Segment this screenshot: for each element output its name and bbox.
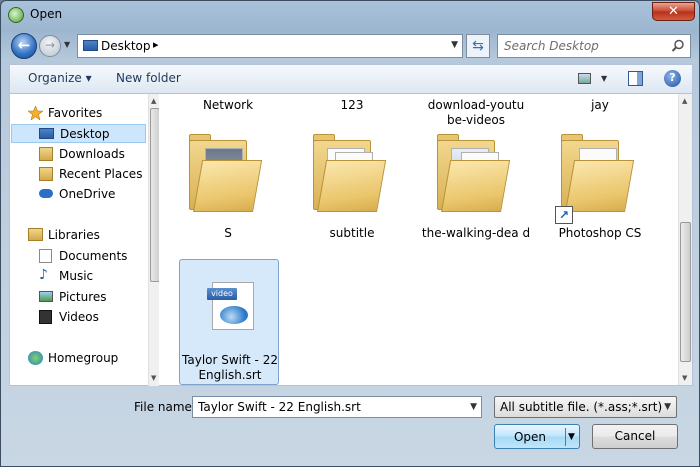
navigation-pane: Favorites Desktop Downloads Recent Place…	[9, 94, 160, 386]
sidebar-label: Homegroup	[48, 351, 119, 365]
command-bar: Organize ▾ New folder ▼ ?	[9, 64, 693, 94]
address-dropdown-icon[interactable]: ▼	[451, 40, 458, 50]
music-note-icon: ♪	[39, 267, 48, 283]
change-view-icon[interactable]	[578, 73, 591, 84]
back-button[interactable]: ←	[11, 33, 37, 59]
item-download-youtube-videos[interactable]: download-youtu be-videos	[421, 98, 531, 128]
file-name-value[interactable]: Taylor Swift - 22 English.srt	[198, 400, 361, 414]
sidebar-item-music[interactable]: ♪ Music	[10, 267, 146, 286]
recent-places-icon	[39, 167, 53, 181]
folder-icon[interactable]	[313, 132, 387, 212]
folder-icon[interactable]	[189, 132, 263, 212]
open-button[interactable]: Open ▼	[494, 424, 580, 449]
window-title: Open	[30, 7, 63, 21]
libraries-icon	[28, 228, 43, 241]
forward-button[interactable]: →	[39, 35, 61, 57]
homegroup-icon	[28, 351, 43, 365]
sidebar-item-onedrive[interactable]: OneDrive	[10, 185, 146, 204]
scroll-down-icon[interactable]: ▼	[682, 374, 687, 382]
file-type-select[interactable]: All subtitle file. (*.ass;*.srt) ▼	[494, 396, 677, 418]
recent-locations-dropdown[interactable]: ▼	[64, 41, 72, 49]
navigation-bar: ← → ▼ Desktop ▸ ▼ ⇆ Search Desktop	[1, 31, 699, 61]
item-network[interactable]: Network	[173, 98, 283, 113]
scroll-up-icon[interactable]: ▲	[682, 97, 687, 105]
search-placeholder: Search Desktop	[504, 39, 599, 53]
item-s[interactable]: S	[173, 226, 283, 241]
new-folder-button[interactable]: New folder	[116, 71, 181, 85]
file-type-value: All subtitle file. (*.ass;*.srt)	[500, 400, 663, 414]
sidebar-label: Videos	[59, 310, 99, 324]
item-label: Taylor Swift - 22 English.srt	[182, 353, 278, 382]
refresh-button[interactable]: ⇆	[466, 34, 490, 58]
shortcut-arrow-icon: ↗	[555, 206, 573, 224]
title-bar: Open ✕	[1, 1, 699, 29]
close-button[interactable]: ✕	[652, 2, 695, 21]
content-scrollbar[interactable]: ▲ ▼	[678, 94, 692, 385]
sidebar-item-libraries[interactable]: Libraries	[10, 226, 146, 245]
media-globe-icon	[220, 306, 248, 324]
sidebar-item-videos[interactable]: Videos	[10, 308, 146, 327]
sidebar-label: Documents	[59, 249, 128, 263]
sidebar-label: Desktop	[60, 127, 110, 141]
video-badge: video	[207, 288, 237, 300]
preview-pane-icon[interactable]	[628, 71, 643, 86]
file-name-dropdown-icon[interactable]: ▼	[470, 402, 477, 412]
app-icon	[8, 7, 24, 23]
sidebar-item-pictures[interactable]: Pictures	[10, 288, 146, 307]
breadcrumb-chevron-icon[interactable]: ▸	[153, 38, 159, 51]
organize-button[interactable]: Organize ▾	[28, 71, 92, 85]
sidebar-item-documents[interactable]: Documents	[10, 247, 146, 266]
item-123[interactable]: 123	[297, 98, 407, 113]
sidebar-label: Libraries	[48, 228, 100, 242]
cancel-button[interactable]: Cancel	[592, 424, 678, 449]
documents-icon	[39, 249, 52, 263]
file-list: Network 123 download-youtu be-videos jay…	[159, 94, 693, 386]
file-name-input[interactable]: Taylor Swift - 22 English.srt ▼	[192, 396, 482, 418]
item-subtitle[interactable]: subtitle	[297, 226, 407, 241]
address-text[interactable]: Desktop	[101, 39, 151, 53]
item-taylor-swift-srt[interactable]: video Taylor Swift - 22 English.srt	[179, 259, 279, 385]
sidebar-item-downloads[interactable]: Downloads	[10, 145, 146, 164]
item-jay[interactable]: jay	[545, 98, 655, 113]
search-icon[interactable]	[671, 39, 685, 53]
sidebar-label: Downloads	[59, 147, 125, 161]
sidebar-item-desktop[interactable]: Desktop	[11, 124, 146, 143]
sidebar-label: Favorites	[48, 106, 103, 120]
sidebar-item-recent-places[interactable]: Recent Places	[10, 165, 146, 184]
downloads-folder-icon	[39, 147, 53, 161]
item-photoshop-cs[interactable]: Photoshop CS	[545, 226, 655, 241]
sidebar-label: Pictures	[59, 290, 107, 304]
open-dialog: Open ✕ ← → ▼ Desktop ▸ ▼ ⇆ Search Deskto…	[0, 0, 700, 467]
open-button-label[interactable]: Open	[495, 430, 565, 444]
search-input[interactable]: Search Desktop	[497, 34, 691, 58]
view-dropdown-icon[interactable]: ▼	[601, 74, 607, 83]
sidebar-item-favorites[interactable]: Favorites	[10, 104, 146, 123]
sidebar-label: Music	[59, 269, 94, 283]
film-strip-icon	[39, 310, 52, 324]
help-icon[interactable]: ?	[664, 70, 681, 87]
cloud-icon	[39, 189, 53, 198]
sidebar-label: OneDrive	[59, 187, 116, 201]
sidebar-item-homegroup[interactable]: Homegroup	[10, 349, 146, 368]
pictures-icon	[39, 291, 53, 302]
desktop-icon	[39, 128, 54, 139]
chevron-down-icon[interactable]: ▼	[664, 402, 671, 412]
scrollbar-thumb[interactable]	[680, 222, 691, 362]
scroll-up-icon[interactable]: ▲	[151, 97, 156, 105]
address-bar[interactable]: Desktop ▸ ▼	[77, 34, 463, 58]
file-name-label: File name:	[134, 400, 196, 414]
sidebar-label: Recent Places	[59, 167, 143, 181]
scroll-down-icon[interactable]: ▼	[151, 374, 156, 382]
folder-icon[interactable]	[561, 132, 635, 212]
desktop-icon	[83, 40, 98, 51]
star-icon	[28, 106, 43, 120]
open-options-dropdown-icon[interactable]: ▼	[568, 432, 575, 442]
item-the-walking-dead[interactable]: the-walking-dea d	[421, 226, 531, 241]
split-separator	[565, 428, 566, 446]
folder-icon[interactable]	[437, 132, 511, 212]
